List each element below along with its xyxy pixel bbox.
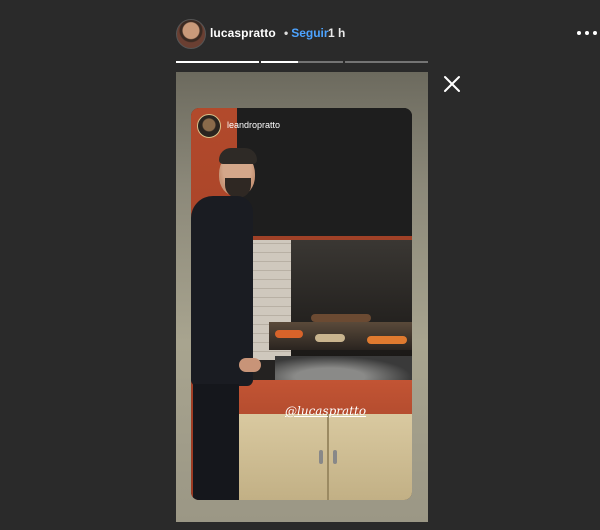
mention-sticker[interactable]: @lucaspratto (285, 404, 366, 418)
photo-vegetables (367, 336, 407, 344)
close-icon[interactable] (442, 74, 462, 94)
photo-handle-left (319, 450, 323, 464)
photo-person (191, 148, 271, 500)
separator-dot: • (284, 26, 289, 40)
more-dot-2 (585, 31, 589, 35)
follow-label: Seguir (291, 26, 329, 40)
photo-pants (193, 384, 239, 500)
photo-handle-right (333, 450, 337, 464)
photo-hand (239, 358, 261, 372)
story-media[interactable]: @lucaspratto leandropratto (176, 72, 428, 522)
photo-provoleta (315, 334, 345, 342)
story-header: lucaspratto • Seguir 1 h (176, 17, 597, 49)
progress-fill-2 (260, 61, 298, 63)
more-dot-1 (577, 31, 581, 35)
photo-meat (311, 314, 371, 322)
follow-button[interactable]: • Seguir (284, 26, 329, 40)
photo-pepper (275, 330, 303, 338)
progress-fill-1 (176, 61, 259, 63)
profile-avatar[interactable] (176, 19, 206, 49)
photo-cabinet-divider (327, 414, 329, 500)
repost-avatar[interactable] (197, 114, 221, 138)
progress-segment-2 (260, 61, 344, 63)
story-progress-bar (176, 61, 429, 63)
photo-hair (219, 148, 257, 164)
photo-beard (225, 178, 251, 198)
reposted-story[interactable]: @lucaspratto leandropratto (191, 108, 412, 500)
story-username[interactable]: lucaspratto (210, 26, 276, 40)
more-options-icon[interactable] (576, 24, 598, 40)
more-dot-3 (593, 31, 597, 35)
progress-segment-3 (345, 61, 429, 63)
progress-segment-1 (176, 61, 259, 63)
story-timestamp: 1 h (328, 26, 346, 40)
repost-username[interactable]: leandropratto (227, 120, 280, 130)
